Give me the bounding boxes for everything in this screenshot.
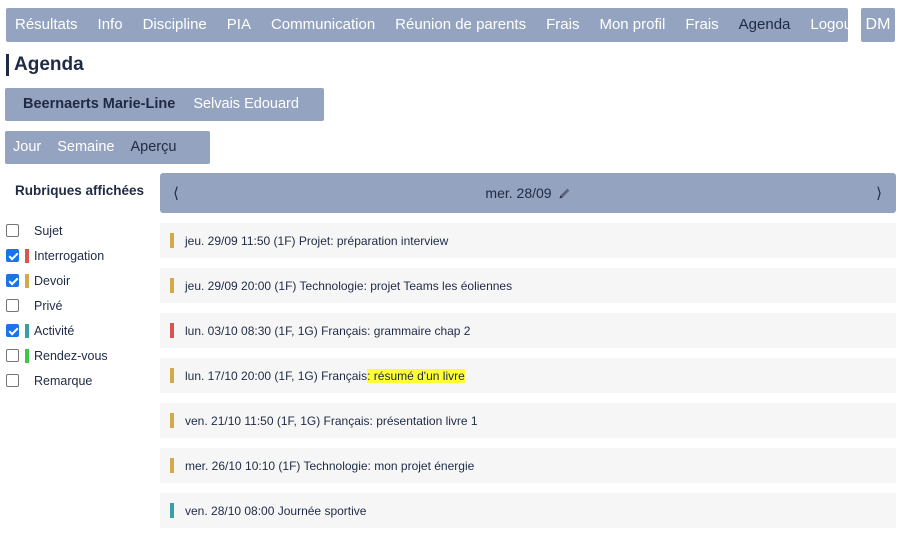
student-tabs: Beernaerts Marie-Line Selvais Edouard xyxy=(5,88,324,121)
next-day-button[interactable]: ⟩ xyxy=(869,173,889,213)
filters-title: Rubriques affichées xyxy=(15,183,145,198)
filter-activite[interactable]: Activité xyxy=(6,318,108,343)
filter-interrogation-checkbox[interactable] xyxy=(6,249,19,262)
filter-activite-color xyxy=(25,323,29,338)
filter-rendez-vous[interactable]: Rendez-vous xyxy=(6,343,108,368)
filter-list: Sujet Interrogation Devoir Privé Activit… xyxy=(6,218,108,393)
event-color-marker xyxy=(170,233,174,248)
event-text: ven. 28/10 08:00 Journée sportive xyxy=(185,503,367,518)
filter-rendez-vous-checkbox[interactable] xyxy=(6,349,19,362)
view-tabs: Jour Semaine Aperçu xyxy=(5,131,210,164)
filter-interrogation[interactable]: Interrogation xyxy=(6,243,108,268)
filter-sujet[interactable]: Sujet xyxy=(6,218,108,243)
event-color-marker xyxy=(170,458,174,473)
nav-item-pia[interactable]: PIA xyxy=(217,8,261,42)
view-tab-semaine[interactable]: Semaine xyxy=(49,131,122,164)
filter-activite-label: Activité xyxy=(34,323,75,338)
pencil-icon[interactable] xyxy=(558,187,571,200)
event-color-marker xyxy=(170,503,174,518)
previous-day-button[interactable]: ⟨ xyxy=(166,173,186,213)
nav-item-reunion-de-parents[interactable]: Réunion de parents xyxy=(385,8,536,42)
day-navigation-bar: ⟨ mer. 28/09 ⟩ xyxy=(160,173,896,213)
filter-sujet-color xyxy=(25,224,29,238)
nav-item-communication[interactable]: Communication xyxy=(261,8,385,42)
event-text: jeu. 29/09 11:50 (1F) Projet: préparatio… xyxy=(185,233,449,248)
nav-item-agenda[interactable]: Agenda xyxy=(729,8,801,42)
nav-item-info[interactable]: Info xyxy=(88,8,133,42)
event-item[interactable]: mer. 26/10 10:10 (1F) Technologie: mon p… xyxy=(160,448,896,483)
event-list: jeu. 29/09 11:50 (1F) Projet: préparatio… xyxy=(160,223,896,533)
event-item[interactable]: jeu. 29/09 20:00 (1F) Technologie: proje… xyxy=(160,268,896,303)
event-text: ven. 21/10 11:50 (1F, 1G) Français: prés… xyxy=(185,413,478,428)
filter-remarque-checkbox[interactable] xyxy=(6,374,19,387)
nav-item-discipline[interactable]: Discipline xyxy=(133,8,217,42)
event-color-marker xyxy=(170,368,174,383)
nav-item-frais[interactable]: Frais xyxy=(536,8,589,42)
nav-item-frais-2[interactable]: Frais xyxy=(675,8,728,42)
event-color-marker xyxy=(170,278,174,293)
current-date-label: mer. 28/09 xyxy=(485,185,552,201)
filter-devoir-color xyxy=(25,273,29,288)
event-item[interactable]: jeu. 29/09 11:50 (1F) Projet: préparatio… xyxy=(160,223,896,258)
event-color-marker xyxy=(170,323,174,338)
event-item[interactable]: ven. 21/10 11:50 (1F, 1G) Français: prés… xyxy=(160,403,896,438)
filter-remarque[interactable]: Remarque xyxy=(6,368,108,393)
nav-item-resultats[interactable]: Résultats xyxy=(6,8,88,42)
filter-interrogation-color xyxy=(25,248,29,263)
filter-interrogation-label: Interrogation xyxy=(34,248,105,263)
filter-sujet-label: Sujet xyxy=(34,223,63,238)
filter-prive[interactable]: Privé xyxy=(6,293,108,318)
event-item[interactable]: ven. 28/10 08:00 Journée sportive xyxy=(160,493,896,528)
event-text: lun. 17/10 20:00 (1F, 1G) Français xyxy=(185,368,368,383)
student-tab-selvais[interactable]: Selvais Edouard xyxy=(184,88,308,121)
top-navigation: Résultats Info Discipline PIA Communicat… xyxy=(6,8,856,42)
filter-devoir[interactable]: Devoir xyxy=(6,268,108,293)
event-text: lun. 03/10 08:30 (1F, 1G) Français: gram… xyxy=(185,323,471,338)
filter-prive-checkbox[interactable] xyxy=(6,299,19,312)
student-tab-beernaerts[interactable]: Beernaerts Marie-Line xyxy=(5,88,184,121)
filter-prive-label: Privé xyxy=(34,298,63,313)
filter-devoir-label: Devoir xyxy=(34,273,71,288)
filter-rendez-vous-label: Rendez-vous xyxy=(34,348,108,363)
filter-remarque-label: Remarque xyxy=(34,373,93,388)
filter-remarque-color xyxy=(25,374,29,388)
nav-item-mon-profil[interactable]: Mon profil xyxy=(589,8,675,42)
current-date[interactable]: mer. 28/09 xyxy=(485,185,570,201)
event-color-marker xyxy=(170,413,174,428)
view-tab-jour[interactable]: Jour xyxy=(5,131,49,164)
filter-activite-checkbox[interactable] xyxy=(6,324,19,337)
event-text: jeu. 29/09 20:00 (1F) Technologie: proje… xyxy=(185,278,513,293)
view-tab-apercu[interactable]: Aperçu xyxy=(122,131,184,164)
event-item[interactable]: lun. 17/10 20:00 (1F, 1G) Français: résu… xyxy=(160,358,896,393)
filter-devoir-checkbox[interactable] xyxy=(6,274,19,287)
event-text-highlight: : résumé d'un livre xyxy=(367,368,465,383)
nav-item-logout[interactable]: Logout xyxy=(800,8,866,42)
filter-sujet-checkbox[interactable] xyxy=(6,224,19,237)
filter-prive-color xyxy=(25,299,29,313)
page-title: Agenda xyxy=(6,54,84,76)
event-text: mer. 26/10 10:10 (1F) Technologie: mon p… xyxy=(185,458,475,473)
event-item[interactable]: lun. 03/10 08:30 (1F, 1G) Français: gram… xyxy=(160,313,896,348)
user-avatar[interactable]: DM xyxy=(861,8,895,42)
filter-rendez-vous-color xyxy=(25,348,29,363)
